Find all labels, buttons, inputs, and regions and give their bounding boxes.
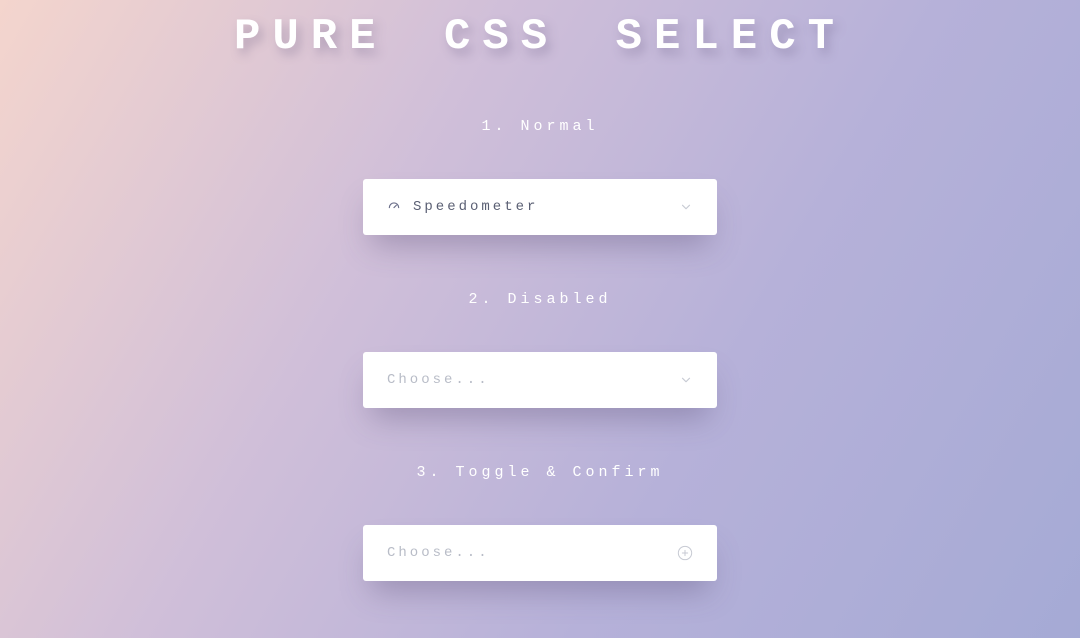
select-disabled: Choose... [363, 352, 717, 408]
section-toggle: 3. Toggle & Confirm Choose... [363, 464, 717, 581]
select-toggle[interactable]: Choose... [363, 525, 717, 581]
section-label-disabled: 2. Disabled [468, 291, 611, 308]
select-normal[interactable]: Speedometer [363, 179, 717, 235]
page-title: PURE CSS SELECT [234, 12, 846, 62]
plus-circle-icon [677, 545, 693, 561]
chevron-down-icon [679, 200, 693, 214]
section-disabled: 2. Disabled Choose... [363, 291, 717, 408]
select-normal-value: Speedometer [413, 199, 679, 215]
section-normal: 1. Normal Speedometer [363, 118, 717, 235]
section-label-toggle: 3. Toggle & Confirm [416, 464, 663, 481]
speedometer-icon [387, 200, 401, 214]
select-toggle-placeholder: Choose... [387, 545, 677, 561]
chevron-down-icon [679, 373, 693, 387]
select-disabled-placeholder: Choose... [387, 372, 679, 388]
section-label-normal: 1. Normal [481, 118, 598, 135]
